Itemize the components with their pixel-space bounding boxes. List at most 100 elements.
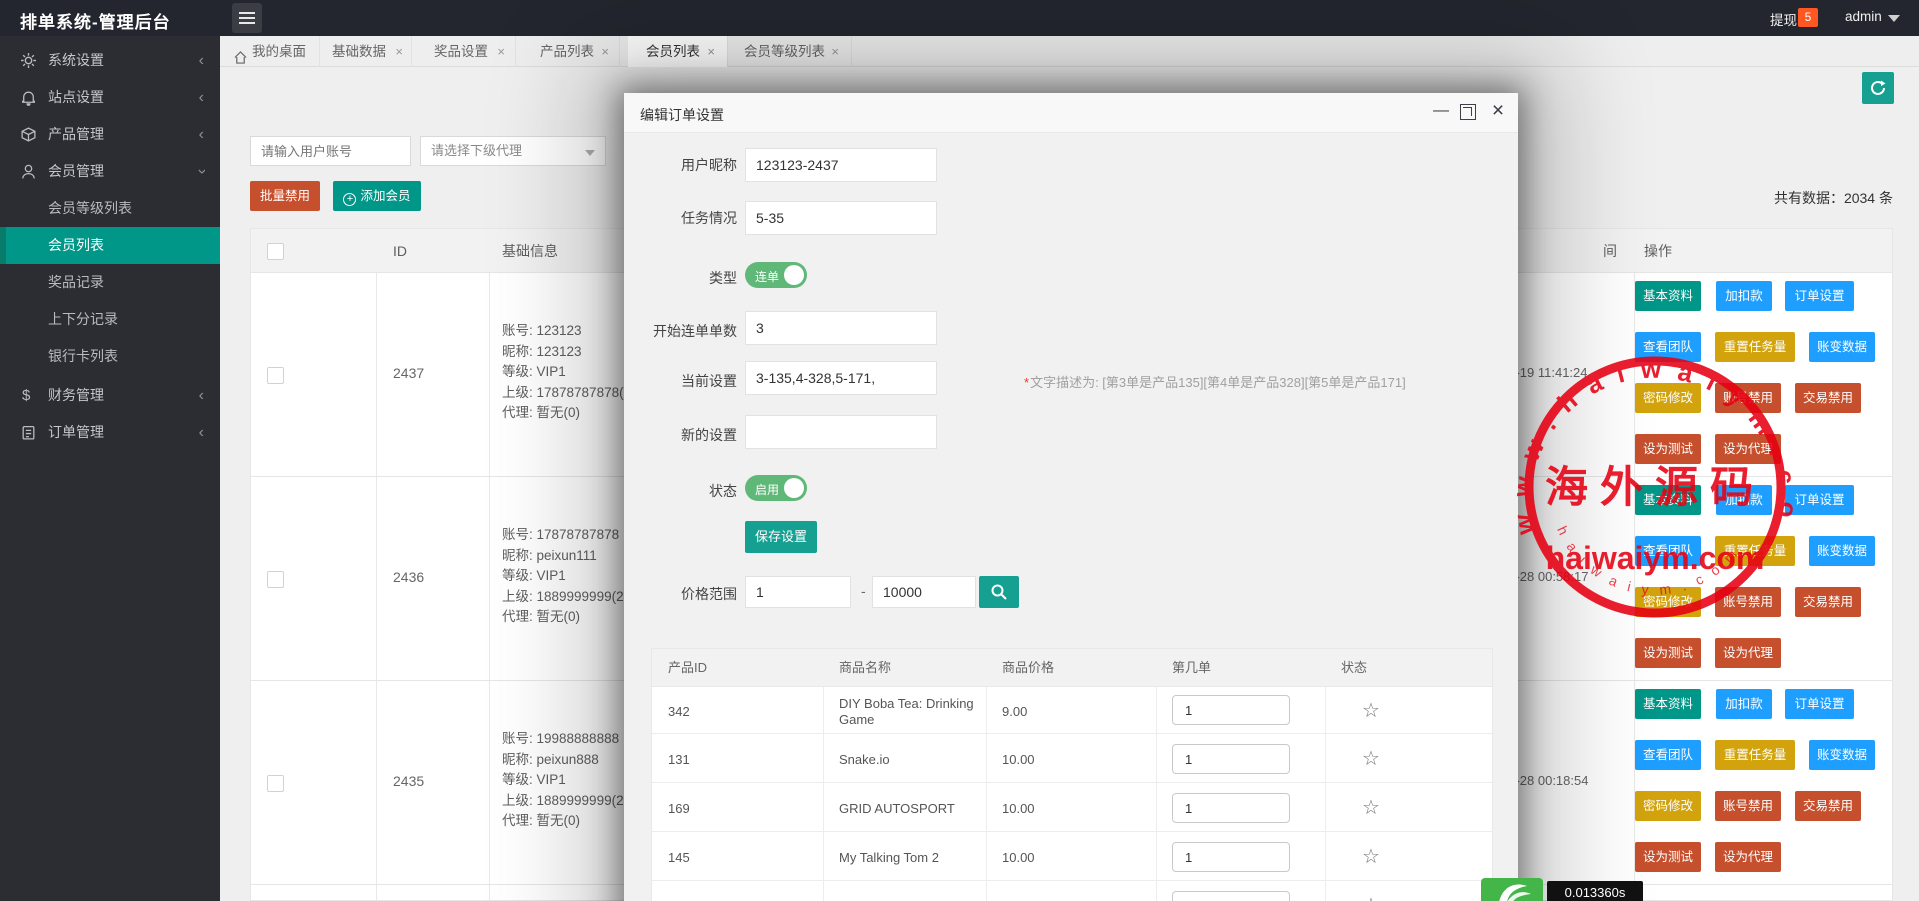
adjust-balance-button[interactable]: 加扣款 xyxy=(1716,485,1772,515)
nickname-field[interactable] xyxy=(745,148,937,182)
status-toggle[interactable]: 启用 xyxy=(745,475,807,501)
order-settings-button[interactable]: 订单设置 xyxy=(1785,689,1854,719)
row-checkbox[interactable] xyxy=(267,775,284,792)
sidebar-item-bank-card-list[interactable]: 银行卡列表 xyxy=(0,338,220,375)
view-team-button[interactable]: 查看团队 xyxy=(1635,536,1701,566)
sidebar-item-product-management[interactable]: 产品管理 ‹ xyxy=(0,116,220,153)
tab-member-list[interactable]: 会员列表 × xyxy=(628,36,728,67)
start-count-field[interactable] xyxy=(745,311,937,345)
balance-log-button[interactable]: 账变数据 xyxy=(1809,536,1875,566)
order-number-input[interactable] xyxy=(1172,842,1290,872)
sidebar-item-member-management[interactable]: 会员管理 ‹ xyxy=(0,153,220,190)
set-test-button[interactable]: 设为测试 xyxy=(1635,842,1701,872)
refresh-button[interactable] xyxy=(1862,72,1894,104)
adjust-balance-button[interactable]: 加扣款 xyxy=(1716,689,1772,719)
change-password-button[interactable]: 密码修改 xyxy=(1635,587,1701,617)
star-icon[interactable]: ☆ xyxy=(1362,798,1380,818)
agent-select[interactable]: 请选择下级代理 xyxy=(420,136,606,166)
sidebar-item-points-records[interactable]: 上下分记录 xyxy=(0,301,220,338)
withdraw-link[interactable]: 提现 xyxy=(1770,9,1797,29)
disable-account-button[interactable]: 账号禁用 xyxy=(1715,383,1781,413)
maximize-icon[interactable] xyxy=(1460,104,1476,120)
sidebar-item-site-settings[interactable]: 站点设置 ‹ xyxy=(0,79,220,116)
order-number-input[interactable] xyxy=(1172,793,1290,823)
order-number-input[interactable] xyxy=(1172,744,1290,774)
disable-trade-button[interactable]: 交易禁用 xyxy=(1795,587,1861,617)
minimize-icon[interactable]: — xyxy=(1430,101,1452,123)
order-settings-button[interactable]: 订单设置 xyxy=(1785,281,1854,311)
tab-my-desktop[interactable]: 我的桌面 xyxy=(220,36,320,67)
chevron-left-icon: ‹ xyxy=(198,89,204,106)
user-menu[interactable]: admin xyxy=(1845,9,1882,24)
set-agent-button[interactable]: 设为代理 xyxy=(1715,842,1781,872)
member-time: 07-28 00:18:54 xyxy=(1501,773,1589,788)
select-all-checkbox[interactable] xyxy=(267,243,284,260)
close-icon[interactable]: × xyxy=(707,36,715,67)
batch-disable-button[interactable]: 批量禁用 xyxy=(250,181,320,211)
new-setting-field[interactable] xyxy=(745,415,937,449)
view-team-button[interactable]: 查看团队 xyxy=(1635,740,1701,770)
reset-task-button[interactable]: 重置任务量 xyxy=(1715,536,1795,566)
sidebar-item-order-management[interactable]: 订单管理 ‹ xyxy=(0,414,220,451)
star-icon[interactable]: ☆ xyxy=(1362,896,1380,901)
sidebar-item-system-settings[interactable]: 系统设置 ‹ xyxy=(0,42,220,79)
tab-prize-settings[interactable]: 奖品设置 × xyxy=(420,36,516,67)
order-settings-button[interactable]: 订单设置 xyxy=(1785,485,1854,515)
star-icon[interactable]: ☆ xyxy=(1362,749,1380,769)
account-search-input[interactable] xyxy=(250,136,411,166)
sidebar-item-member-level-list[interactable]: 会员等级列表 xyxy=(0,190,220,227)
tab-product-list[interactable]: 产品列表 × xyxy=(524,36,620,67)
tab-basic-data[interactable]: 基础数据 × xyxy=(320,36,412,67)
change-password-button[interactable]: 密码修改 xyxy=(1635,791,1701,821)
row-checkbox[interactable] xyxy=(267,367,284,384)
price-max-field[interactable] xyxy=(872,576,976,608)
basic-info-button[interactable]: 基本资料 xyxy=(1635,281,1701,311)
task-status-field[interactable] xyxy=(745,201,937,235)
dialog-titlebar: 编辑订单设置 — × xyxy=(624,93,1518,133)
star-icon[interactable]: ☆ xyxy=(1362,701,1380,721)
basic-info-button[interactable]: 基本资料 xyxy=(1635,485,1701,515)
set-test-button[interactable]: 设为测试 xyxy=(1635,638,1701,668)
disable-account-button[interactable]: 账号禁用 xyxy=(1715,791,1781,821)
close-icon[interactable]: × xyxy=(601,36,609,67)
sidebar-item-member-list[interactable]: 会员列表 xyxy=(0,227,220,264)
change-password-button[interactable]: 密码修改 xyxy=(1635,383,1701,413)
sidebar-item-prize-records[interactable]: 奖品记录 xyxy=(0,264,220,301)
save-settings-button[interactable]: 保存设置 xyxy=(745,521,817,553)
price-min-field[interactable] xyxy=(745,576,851,608)
add-member-button[interactable]: + 添加会员 xyxy=(333,181,421,211)
reset-task-button[interactable]: 重置任务量 xyxy=(1715,332,1795,362)
close-icon[interactable]: × xyxy=(395,36,403,67)
set-agent-button[interactable]: 设为代理 xyxy=(1715,638,1781,668)
withdraw-count-badge[interactable]: 5 xyxy=(1798,8,1818,27)
view-team-button[interactable]: 查看团队 xyxy=(1635,332,1701,362)
type-toggle[interactable]: 连单 xyxy=(745,262,807,288)
order-number-input[interactable] xyxy=(1172,891,1290,901)
member-id: 2436 xyxy=(393,569,425,585)
basic-info-button[interactable]: 基本资料 xyxy=(1635,689,1701,719)
balance-log-button[interactable]: 账变数据 xyxy=(1809,332,1875,362)
price-search-button[interactable] xyxy=(979,576,1019,608)
disable-account-button[interactable]: 账号禁用 xyxy=(1715,587,1781,617)
order-number-input[interactable] xyxy=(1172,695,1290,725)
disable-trade-button[interactable]: 交易禁用 xyxy=(1795,791,1861,821)
close-icon[interactable]: × xyxy=(1486,99,1510,123)
trace-toggle-icon[interactable] xyxy=(1481,878,1543,901)
star-icon[interactable]: ☆ xyxy=(1362,847,1380,867)
product-id: 145 xyxy=(668,850,690,865)
tab-member-level-list[interactable]: 会员等级列表 × xyxy=(728,36,852,67)
sidebar-item-finance-management[interactable]: $ 财务管理 ‹ xyxy=(0,377,220,414)
current-setting-field[interactable] xyxy=(745,361,937,395)
balance-log-button[interactable]: 账变数据 xyxy=(1809,740,1875,770)
close-icon[interactable]: × xyxy=(831,36,839,67)
reset-task-button[interactable]: 重置任务量 xyxy=(1715,740,1795,770)
adjust-balance-button[interactable]: 加扣款 xyxy=(1716,281,1772,311)
hamburger-menu-icon[interactable] xyxy=(232,3,262,33)
row-checkbox[interactable] xyxy=(267,571,284,588)
close-icon[interactable]: × xyxy=(497,36,505,67)
set-agent-button[interactable]: 设为代理 xyxy=(1715,434,1781,464)
user-icon xyxy=(22,164,35,179)
set-test-button[interactable]: 设为测试 xyxy=(1635,434,1701,464)
product-name: My Talking Tom 2 xyxy=(839,850,939,865)
disable-trade-button[interactable]: 交易禁用 xyxy=(1795,383,1861,413)
